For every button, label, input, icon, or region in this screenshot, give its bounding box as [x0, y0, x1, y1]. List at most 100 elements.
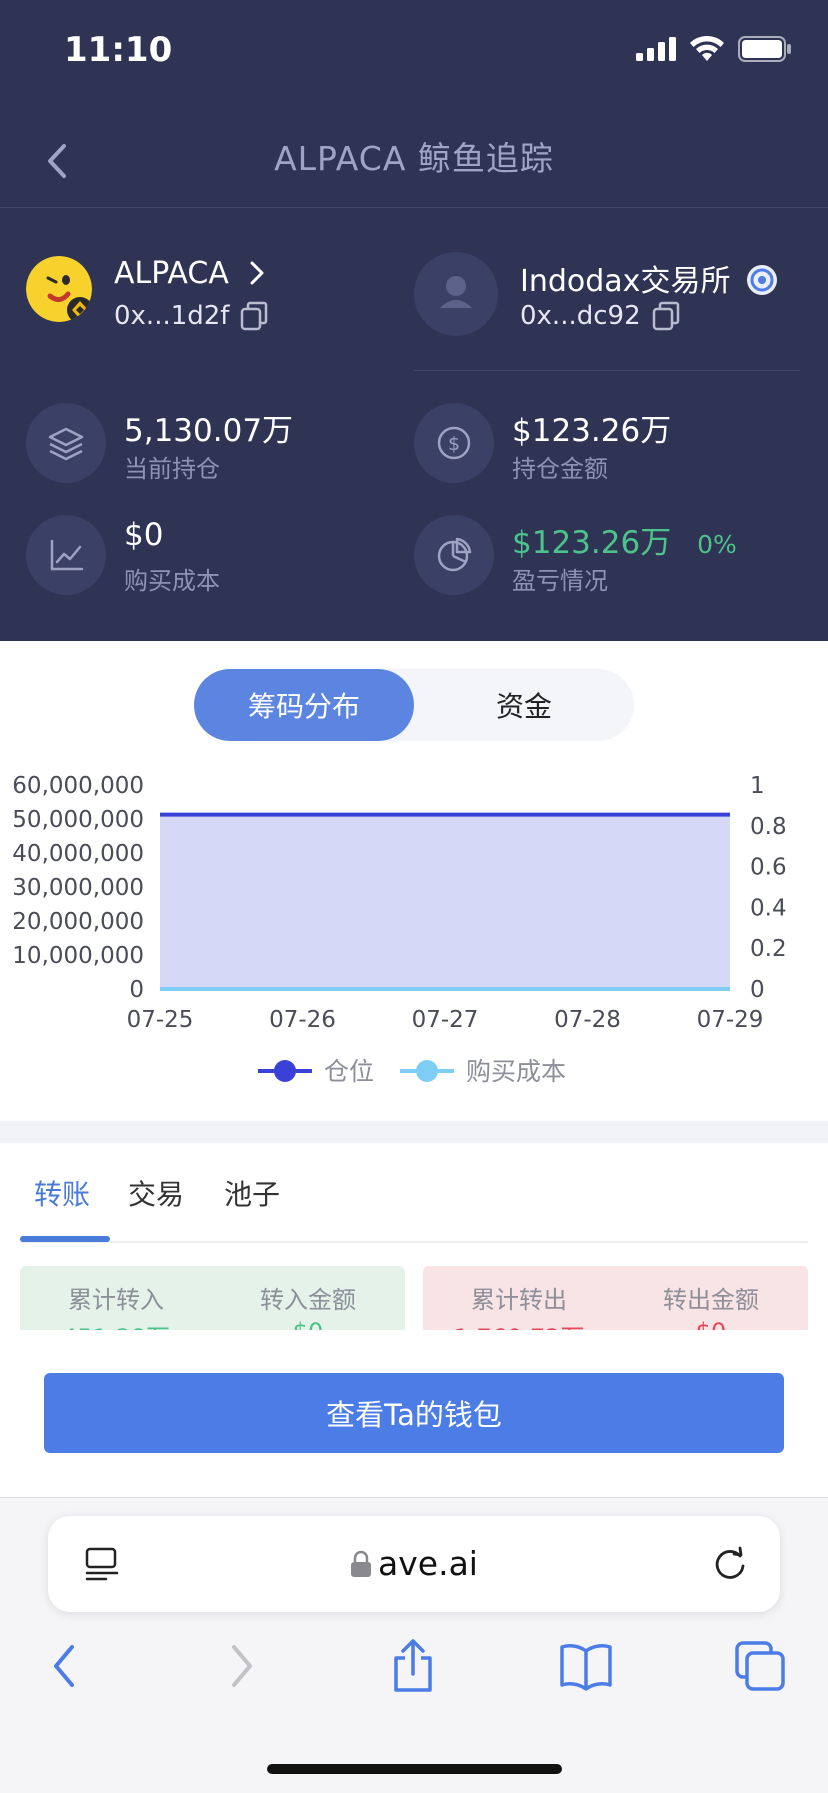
transfer-out-amount-header: 转出金额 [663, 1286, 759, 1314]
divider [414, 370, 800, 371]
layers-icon [26, 403, 106, 483]
x-axis: 07-25 07-26 07-27 07-28 07-29 [127, 1007, 764, 1033]
whale-header: 11:10 ALPACA 鲸鱼追踪 ALPACA 0x...1d2f Indod… [0, 0, 828, 641]
y-left-tick-label: 0 [129, 977, 144, 1003]
chevron-right-icon [250, 261, 264, 285]
holder-address: 0x...dc92 [520, 300, 681, 332]
pnl-value: $123.26万 [512, 525, 672, 561]
view-toggle: 筹码分布 资金 [194, 669, 634, 741]
y-left-tick-label: 30,000,000 [12, 875, 144, 901]
share-button[interactable] [383, 1636, 443, 1696]
legend-marker [274, 1060, 296, 1082]
tabs-button[interactable] [730, 1636, 790, 1696]
browser-toolbar: ave.ai [0, 1497, 828, 1793]
nav-bar: ALPACA 鲸鱼追踪 [0, 110, 828, 208]
holding-amount-value: $123.26万 [512, 413, 672, 449]
browser-back-button[interactable] [34, 1636, 94, 1696]
tabs-divider [20, 1241, 808, 1243]
url-display: ave.ai [48, 1544, 780, 1583]
y-right-tick-label: 1 [750, 773, 765, 799]
holder-address-text: 0x...dc92 [520, 301, 641, 331]
tabs-icon [735, 1641, 785, 1691]
pnl-value-row: $123.26万 0% [512, 517, 737, 562]
y-axis-left: 60,000,000 50,000,000 40,000,000 30,000,000… [12, 773, 144, 1003]
stat-holding-value: $ $123.26万 持仓金额 [414, 403, 814, 485]
battery-icon [738, 36, 791, 62]
copy-icon[interactable] [651, 300, 681, 332]
x-tick-label: 07-27 [412, 1007, 479, 1033]
transfer-out-card: 累计转出 转出金额 1,760.72万 $0 [423, 1266, 808, 1330]
toggle-funds[interactable]: 资金 [414, 669, 634, 741]
holder-name-text: Indodax交易所 [520, 264, 731, 299]
tab-pool[interactable]: 池子 [224, 1173, 280, 1213]
pnl-percent: 0% [697, 530, 737, 559]
token-address-text: 0x...1d2f [114, 301, 230, 331]
pnl-label: 盈亏情况 [512, 567, 608, 595]
chart-panel: 筹码分布 资金 60,000,000 50,000,000 40,000,000 30… [0, 641, 828, 1121]
tab-trade[interactable]: 交易 [128, 1173, 184, 1213]
line-chart-icon [26, 515, 106, 595]
legend-label: 购买成本 [466, 1057, 566, 1086]
y-right-tick-label: 0.2 [750, 936, 787, 962]
y-left-tick-label: 50,000,000 [12, 807, 144, 833]
copy-icon[interactable] [239, 300, 269, 332]
token-name: ALPACA [114, 256, 229, 291]
x-tick-label: 07-28 [554, 1007, 621, 1033]
status-icons [636, 36, 792, 62]
x-tick-label: 07-25 [127, 1007, 194, 1033]
holder-address-block: Indodax交易所 0x...dc92 [414, 248, 814, 338]
transfer-out-total: 1,760.72万 [423, 1318, 615, 1330]
url-bar[interactable]: ave.ai [48, 1516, 780, 1612]
holding-area [160, 814, 730, 989]
stat-pnl: $123.26万 0% 盈亏情况 [414, 515, 814, 597]
lock-icon [351, 1550, 372, 1577]
y-axis-right: 1 0.8 0.6 0.4 0.2 0 [750, 773, 787, 1003]
view-wallet-button[interactable]: 查看Ta的钱包 [44, 1373, 784, 1453]
share-icon [394, 1639, 432, 1692]
bookmarks-button[interactable] [556, 1636, 616, 1696]
transfer-out-amount: $0 [615, 1318, 807, 1330]
y-right-tick-label: 0.6 [750, 855, 787, 881]
page-title: ALPACA 鲸鱼追踪 [274, 139, 554, 178]
pie-chart-icon [414, 515, 494, 595]
y-right-tick-label: 0 [750, 977, 765, 1003]
legend-label: 仓位 [324, 1057, 374, 1086]
reload-icon[interactable] [710, 1544, 750, 1584]
activity-section: 转账 交易 池子 累计转入 转入金额 451.38万 $0 累计转出 转出金额 … [0, 1143, 828, 1497]
y-right-tick-label: 0.4 [750, 895, 787, 921]
token-avatar [26, 256, 92, 322]
holding-chart: 60,000,000 50,000,000 40,000,000 30,000,000… [12, 773, 787, 1086]
transfer-in-amount: $0 [212, 1318, 404, 1330]
x-tick-label: 07-29 [697, 1007, 764, 1033]
tab-active-indicator [20, 1236, 110, 1242]
browser-forward-button[interactable] [212, 1636, 272, 1696]
cost-label: 购买成本 [124, 567, 220, 595]
y-left-tick-label: 40,000,000 [12, 841, 144, 867]
chart-legend: 仓位 购买成本 [258, 1057, 566, 1086]
transfer-in-total: 451.38万 [20, 1318, 212, 1330]
x-tick-label: 07-26 [269, 1007, 336, 1033]
token-address-block: ALPACA 0x...1d2f [26, 248, 396, 338]
user-icon [440, 276, 472, 308]
chevron-left-icon [54, 1645, 74, 1687]
stat-holding: 5,130.07万 当前持仓 [26, 403, 386, 485]
transfer-in-amount-header: 转入金额 [260, 1286, 356, 1314]
token-name-link[interactable]: ALPACA [114, 256, 268, 291]
verified-icon [747, 265, 777, 295]
legend-marker [416, 1060, 438, 1082]
holder-name: Indodax交易所 [520, 256, 778, 300]
y-left-tick-label: 20,000,000 [12, 909, 144, 935]
tab-transfer[interactable]: 转账 [34, 1173, 90, 1213]
toggle-distribution[interactable]: 筹码分布 [194, 669, 414, 741]
token-address: 0x...1d2f [114, 300, 269, 332]
transfer-in-card: 累计转入 转入金额 451.38万 $0 [20, 1266, 405, 1330]
holding-label: 当前持仓 [124, 455, 220, 483]
holding-value: 5,130.07万 [124, 413, 294, 449]
holder-avatar [414, 252, 498, 336]
dollar-icon: $ [414, 403, 494, 483]
holding-amount-label: 持仓金额 [512, 455, 608, 483]
book-icon [560, 1644, 612, 1691]
wifi-icon [690, 36, 724, 61]
signal-icon [636, 37, 676, 61]
y-left-tick-label: 60,000,000 [12, 773, 144, 799]
